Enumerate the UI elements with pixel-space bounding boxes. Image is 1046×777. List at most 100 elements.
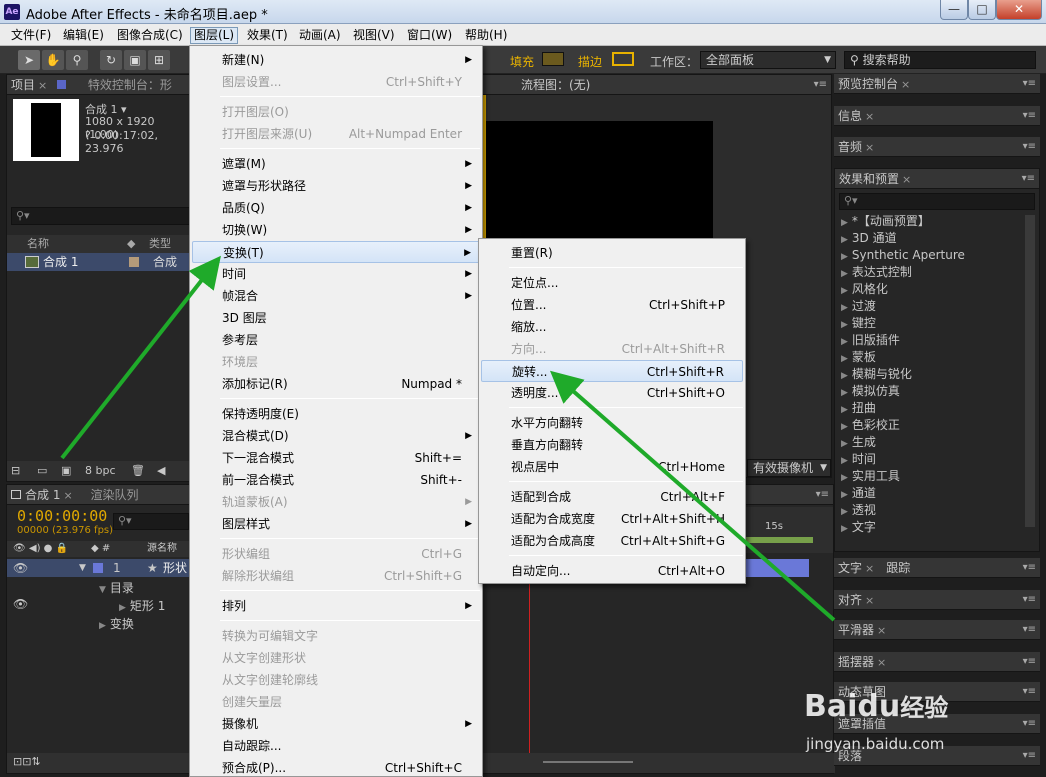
- layer_menu-item[interactable]: 3D 图层: [192, 307, 480, 329]
- effects-category[interactable]: ▶ 通道: [841, 485, 876, 502]
- effects-category[interactable]: ▶ 模糊与锐化: [841, 366, 912, 383]
- effects-scrollbar[interactable]: [1025, 215, 1035, 527]
- layer-row-shape[interactable]: 👁 ▼ 1 ★ 形状: [7, 559, 191, 577]
- hand-tool-icon[interactable]: ✋: [42, 50, 64, 70]
- panel-preview[interactable]: 预览控制台 × ▾≡: [834, 74, 1040, 94]
- effects-category[interactable]: ▶ 键控: [841, 315, 876, 332]
- panel-menu-icon[interactable]: ▾≡: [1023, 714, 1036, 734]
- transform_menu-item[interactable]: 视点居中 Ctrl+Home: [481, 456, 743, 478]
- column-source-name[interactable]: 源名称: [147, 541, 177, 557]
- effects-category[interactable]: ▶ 3D 通道: [841, 230, 897, 247]
- effects-category[interactable]: ▶ 文字: [841, 519, 876, 536]
- camera-tool-icon[interactable]: ▣: [124, 50, 146, 70]
- panel-menu-icon[interactable]: ▾≡: [1023, 652, 1036, 672]
- scroll-left-icon[interactable]: ◀: [157, 461, 165, 481]
- effects-category[interactable]: ▶ 模拟仿真: [841, 383, 900, 400]
- transform_menu-item[interactable]: 位置... Ctrl+Shift+P: [481, 294, 743, 316]
- layer_menu-item[interactable]: 变换(T) ▶: [192, 241, 480, 263]
- effects-category[interactable]: ▶ 表达式控制: [841, 264, 912, 281]
- close-icon[interactable]: ×: [38, 79, 47, 92]
- close-icon[interactable]: ×: [877, 656, 886, 669]
- transform_menu-item[interactable]: 重置(R): [481, 242, 743, 264]
- transform_menu-item[interactable]: 适配为合成宽度 Ctrl+Alt+Shift+H: [481, 508, 743, 530]
- active-camera-dropdown[interactable]: 有效摄像机 ▼: [747, 459, 831, 477]
- close-button[interactable]: ✕: [996, 0, 1042, 20]
- tab-effect-controls[interactable]: 特效控制台：形: [88, 78, 172, 92]
- zoom-tool-icon[interactable]: ⚲: [66, 50, 88, 70]
- transform_menu-item[interactable]: 缩放...: [481, 316, 743, 338]
- layer_menu-item[interactable]: 切换(W) ▶: [192, 219, 480, 241]
- transform_menu-item[interactable]: 适配到合成 Ctrl+Alt+F: [481, 486, 743, 508]
- layer_menu-item[interactable]: 遮罩(M) ▶: [192, 153, 480, 175]
- column-type[interactable]: 类型: [149, 235, 171, 253]
- transform_menu-item[interactable]: 自动定向... Ctrl+Alt+O: [481, 560, 743, 582]
- layer_menu-item[interactable]: 混合模式(D) ▶: [192, 425, 480, 447]
- effects-header[interactable]: 效果和预置 × ▾≡: [835, 169, 1039, 189]
- tree-transform[interactable]: ▶ 变换: [99, 615, 134, 635]
- layer_menu-item[interactable]: 前一混合模式 Shift+-: [192, 469, 480, 491]
- new-folder-icon[interactable]: ▭: [37, 461, 47, 481]
- panel-menu-icon[interactable]: ▾≡: [1023, 746, 1036, 766]
- layer_menu-item[interactable]: 遮罩与形状路径 ▶: [192, 175, 480, 197]
- new-comp-icon[interactable]: ▣: [61, 461, 71, 481]
- stroke-color-swatch[interactable]: [612, 52, 634, 66]
- menu-help[interactable]: 帮助(H): [462, 27, 510, 44]
- menu-animation[interactable]: 动画(A): [296, 27, 344, 44]
- pan-behind-tool-icon[interactable]: ⊞: [148, 50, 170, 70]
- panel-menu-icon[interactable]: ▾≡: [814, 75, 827, 95]
- menu-edit[interactable]: 编辑(E): [60, 27, 107, 44]
- bit-depth[interactable]: 8 bpc: [85, 461, 116, 481]
- menu-window[interactable]: 窗口(W): [404, 27, 455, 44]
- layer_menu-item[interactable]: 帧混合 ▶: [192, 285, 480, 307]
- effects-category[interactable]: ▶ 过渡: [841, 298, 876, 315]
- tab-render-queue[interactable]: 渲染队列: [91, 488, 139, 502]
- layer_menu-item[interactable]: 新建(N) ▶: [192, 49, 480, 71]
- panel-menu-icon[interactable]: ▾≡: [1023, 137, 1036, 157]
- effects-category[interactable]: ▶ 生成: [841, 434, 876, 451]
- close-icon[interactable]: ×: [865, 594, 874, 607]
- tab-project[interactable]: 项目: [11, 78, 35, 92]
- panel-align[interactable]: 对齐 × ▾≡: [834, 590, 1040, 610]
- expand-triangle-icon[interactable]: ▼: [79, 559, 86, 577]
- layer_menu-item[interactable]: 排列 ▶: [192, 595, 480, 617]
- panel-menu-icon[interactable]: ▾≡: [1023, 106, 1036, 126]
- eye-icon[interactable]: 👁: [13, 559, 28, 577]
- project-row-comp[interactable]: 合成 1 合成: [7, 253, 191, 271]
- layer_menu-item[interactable]: 摄像机 ▶: [192, 713, 480, 735]
- panel-menu-icon[interactable]: ▾≡: [1023, 558, 1036, 578]
- layer_menu-item[interactable]: 时间 ▶: [192, 263, 480, 285]
- panel-menu-icon[interactable]: ▾≡: [1022, 169, 1035, 189]
- layer_menu-item[interactable]: 下一混合模式 Shift+=: [192, 447, 480, 469]
- effects-category[interactable]: ▶ 透视: [841, 502, 876, 519]
- close-icon[interactable]: ×: [63, 489, 72, 502]
- layer_menu-item[interactable]: 图层样式 ▶: [192, 513, 480, 535]
- panel-audio[interactable]: 音频 × ▾≡: [834, 137, 1040, 157]
- effects-category[interactable]: ▶ 实用工具: [841, 468, 900, 485]
- minimize-button[interactable]: —: [940, 0, 968, 20]
- panel-menu-icon[interactable]: ▾≡: [1023, 682, 1036, 702]
- tree-contents[interactable]: ▼ 目录: [99, 579, 134, 599]
- timeline-search-input[interactable]: ⚲▾: [113, 513, 189, 530]
- menu-file[interactable]: 文件(F): [8, 27, 54, 44]
- project-search-input[interactable]: ⚲▾: [11, 207, 191, 225]
- panel-info[interactable]: 信息 × ▾≡: [834, 106, 1040, 126]
- column-name[interactable]: 名称: [27, 235, 49, 253]
- close-icon[interactable]: ×: [865, 110, 874, 123]
- layer_menu-item[interactable]: 参考层: [192, 329, 480, 351]
- effects-category[interactable]: ▶ 扭曲: [841, 400, 876, 417]
- tracker-label[interactable]: 跟踪: [886, 561, 910, 575]
- close-icon[interactable]: ×: [865, 562, 874, 575]
- layer_menu-item[interactable]: 自动跟踪...: [192, 735, 480, 757]
- panel-wiggler[interactable]: 摇摆器 × ▾≡: [834, 652, 1040, 672]
- effects-category[interactable]: ▶ 蒙板: [841, 349, 876, 366]
- menu-layer[interactable]: 图层(L): [190, 27, 239, 44]
- selection-tool-icon[interactable]: ➤: [18, 50, 40, 70]
- close-icon[interactable]: ×: [877, 624, 886, 637]
- panel-menu-icon[interactable]: ▾≡: [816, 485, 829, 505]
- timecode[interactable]: 0:00:00:00: [17, 507, 107, 525]
- effects-search-input[interactable]: ⚲▾: [839, 193, 1035, 210]
- fill-color-swatch[interactable]: [542, 52, 564, 66]
- transform_menu-item[interactable]: 旋转... Ctrl+Shift+R: [481, 360, 743, 382]
- transform_menu-item[interactable]: 垂直方向翻转: [481, 434, 743, 456]
- panel-menu-icon[interactable]: ▾≡: [1023, 590, 1036, 610]
